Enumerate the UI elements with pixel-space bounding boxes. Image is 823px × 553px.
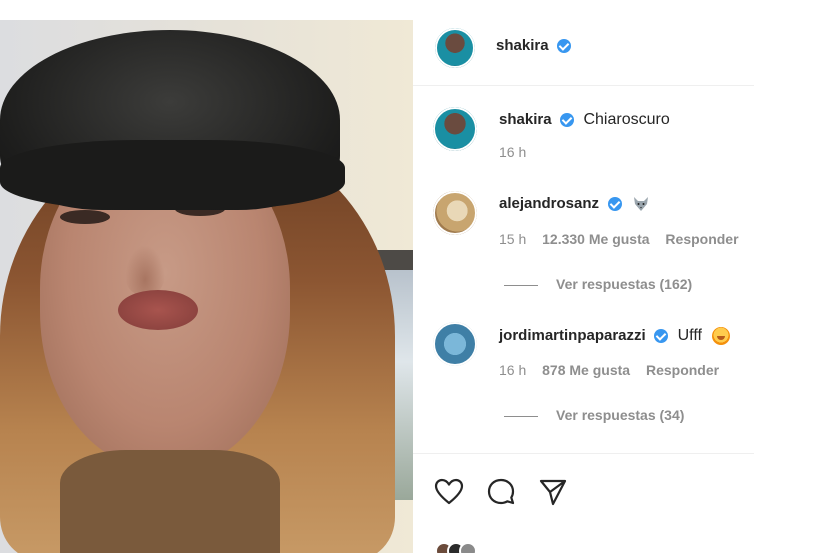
comment-avatar-alejandrosanz[interactable]	[433, 191, 477, 235]
verified-badge-icon	[654, 329, 669, 343]
comment-username[interactable]: alejandrosanz	[499, 195, 599, 212]
wolf-emoji-icon	[632, 196, 650, 212]
replies-dash	[504, 415, 538, 417]
comment-time: 16 h	[499, 362, 527, 378]
comment-icon[interactable]	[485, 476, 517, 508]
avatar-ring	[433, 322, 477, 366]
post-header: shakira	[413, 20, 754, 86]
reply-button[interactable]: Responder	[665, 231, 738, 247]
caption-username[interactable]: shakira	[499, 111, 552, 128]
caption-time: 16 h	[499, 144, 527, 160]
post-side-panel: shakira shakira Chiaroscuro 16 h alejand…	[413, 20, 754, 553]
view-replies-button[interactable]: Ver respuestas (162)	[504, 276, 692, 292]
lips	[118, 290, 198, 330]
reply-button[interactable]: Responder	[646, 362, 719, 378]
avatar-ring	[433, 191, 477, 235]
verified-badge-icon	[557, 38, 571, 53]
share-icon[interactable]	[537, 476, 569, 508]
nose	[125, 245, 165, 295]
replies-dash	[504, 284, 538, 286]
author-avatar[interactable]	[435, 28, 475, 68]
comment-avatar-jordimartinpaparazzi[interactable]	[433, 322, 477, 366]
comment-likes[interactable]: 12.330 Me gusta	[542, 231, 649, 247]
comment-text: Ufff	[677, 327, 702, 345]
author-username[interactable]: shakira	[496, 37, 549, 54]
view-replies-button[interactable]: Ver respuestas (34)	[504, 407, 684, 423]
blushing-face-emoji-icon	[712, 327, 731, 345]
hat-brim	[0, 140, 345, 210]
avatar-ring	[433, 107, 477, 151]
view-replies-label: Ver respuestas (34)	[556, 407, 685, 423]
comment-likes[interactable]: 878 Me gusta	[542, 362, 630, 378]
comment-username[interactable]: jordimartinpaparazzi	[499, 327, 646, 344]
shirt	[60, 450, 280, 553]
caption-avatar[interactable]	[433, 107, 477, 151]
liked-by-avatars[interactable]	[435, 542, 755, 553]
caption-text: Chiaroscuro	[583, 111, 670, 128]
post-photo[interactable]	[0, 20, 413, 553]
comment-time: 15 h	[499, 231, 527, 247]
post-actions-bar	[413, 453, 754, 553]
heart-icon[interactable]	[433, 476, 465, 508]
verified-badge-icon	[560, 112, 574, 127]
avatar-ring	[435, 28, 475, 68]
view-replies-label: Ver respuestas (162)	[556, 276, 693, 292]
verified-badge-icon	[607, 196, 622, 211]
liker-avatar	[459, 542, 477, 553]
left-eye	[60, 210, 110, 224]
